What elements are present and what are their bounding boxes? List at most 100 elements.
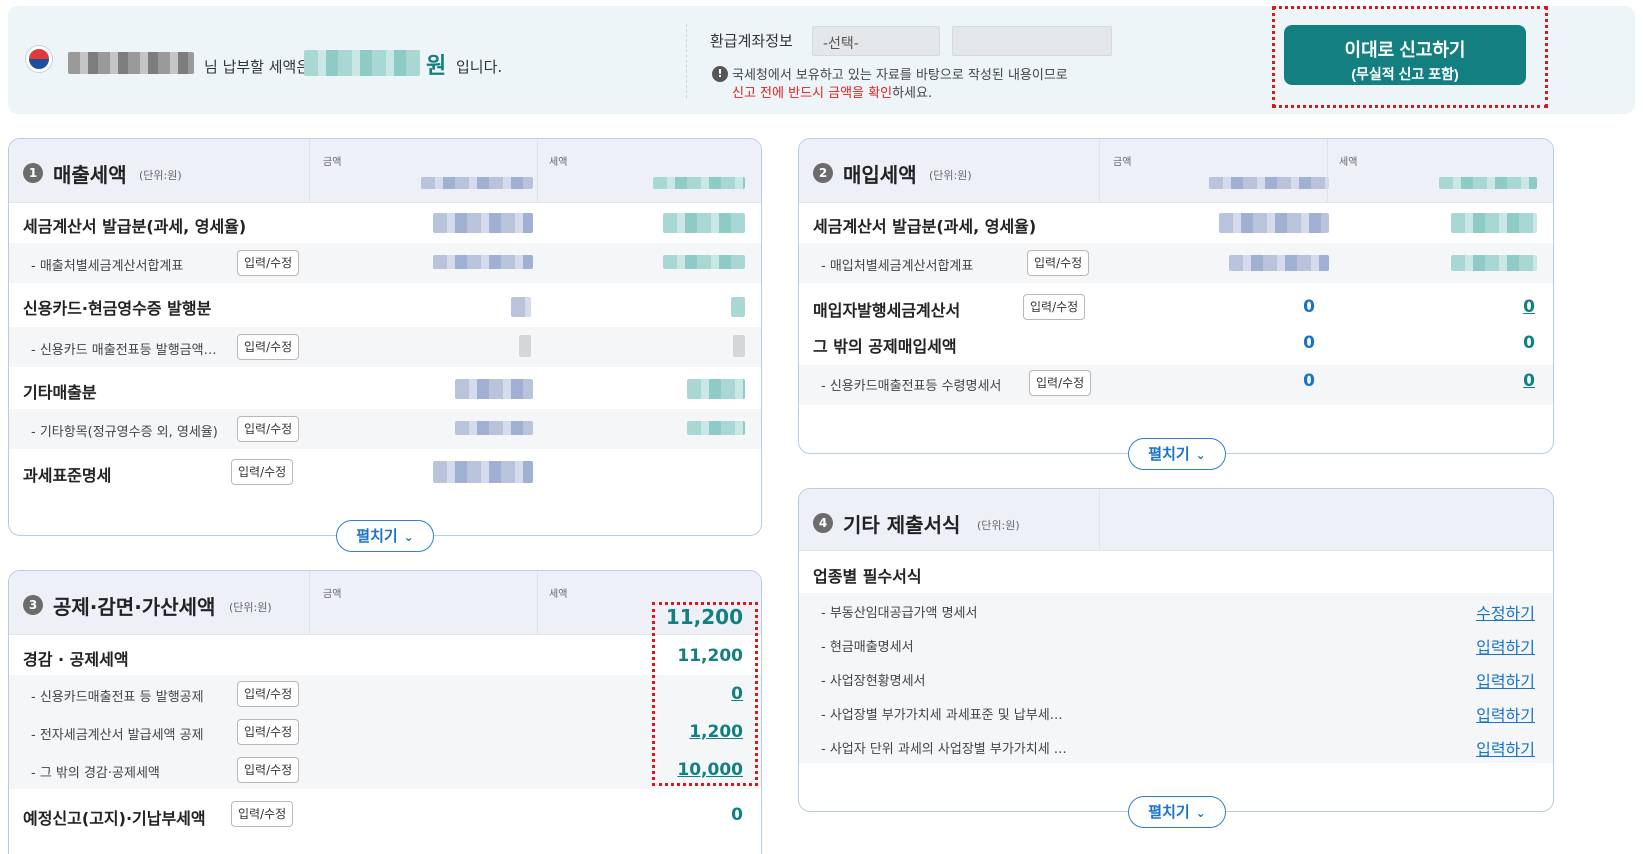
expand-label: 펼치기 (1148, 803, 1190, 821)
edit-button[interactable]: 입력/수정 (237, 757, 300, 783)
currency-won-label: 원 (426, 54, 447, 79)
info-icon: ! (712, 66, 728, 82)
edit-button[interactable]: 입력/수정 (237, 416, 300, 442)
banner-divider (686, 24, 687, 98)
tax-redacted (1451, 255, 1537, 271)
chevron-down-icon: ⌄ (1195, 806, 1206, 820)
other-deductible-row: 그 밖의 공제매입세액 0 0 (799, 325, 1553, 365)
purchase-expand-button[interactable]: 펼치기 ⌄ (1128, 438, 1226, 470)
form-action-link[interactable]: 수정하기 (1476, 600, 1535, 624)
amount-column-header: 금액 (323, 157, 342, 168)
row-sublabel: - 기타항목(정규영수증 외, 영세율) (31, 425, 218, 440)
sales-invoice-row: 세금계산서 발급분(과세, 영세율) (9, 203, 761, 243)
form-action-link[interactable]: 입력하기 (1476, 702, 1535, 726)
row-label: 경감 · 공제세액 (23, 650, 129, 669)
amount-redacted (455, 379, 533, 399)
refund-bank-select[interactable]: -선택- (812, 26, 940, 56)
form-row: - 현금매출명세서 입력하기 (799, 627, 1553, 661)
amount-redacted (519, 335, 531, 357)
column-divider (1099, 139, 1100, 203)
chevron-down-icon: ⌄ (1195, 448, 1206, 462)
notice-line1: 국세청에서 보유하고 있는 자료를 바탕으로 작성된 내용이므로 (732, 68, 1068, 83)
purchase-invoice-sub-row: - 매입처별세금계산서합계표 입력/수정 (799, 243, 1553, 283)
amount-value: 0 (1303, 333, 1315, 353)
sales-expand-button[interactable]: 펼치기 ⌄ (336, 520, 434, 552)
industry-forms-heading: 업종별 필수서식 (813, 567, 922, 586)
sales-invoice-sub-row: - 매출처별세금계산서합계표 입력/수정 (9, 243, 761, 283)
form-row: - 부동산임대공급가액 명세서 수정하기 (799, 593, 1553, 627)
form-label: - 현금매출명세서 (821, 640, 914, 655)
notice-tail-text: 하세요. (892, 86, 933, 101)
tax-redacted (731, 297, 745, 317)
other-reduction-row: - 그 밖의 경감·공제세액 입력/수정 10,000 (9, 751, 761, 789)
sales-tax-title: 매출세액 (53, 163, 127, 187)
purchase-invoice-row: 세금계산서 발급분(과세, 영세율) (799, 203, 1553, 243)
sales-tax-header: 1 매출세액 (단위:원) 금액 세액 (9, 139, 761, 203)
edit-button[interactable]: 입력/수정 (231, 459, 294, 485)
deduction-tax-title: 공제·감면·가산세액 (53, 595, 216, 619)
edit-button[interactable]: 입력/수정 (237, 681, 300, 707)
payable-amount-redacted (304, 50, 420, 76)
edit-button[interactable]: 입력/수정 (1023, 294, 1086, 320)
amount-value: 0 (1303, 297, 1315, 317)
form-label: - 사업장현황명세서 (821, 674, 926, 689)
sales-total-tax-redacted (653, 177, 745, 189)
row-sublabel: - 신용카드 매출전표등 발행금액… (31, 343, 217, 358)
row-sublabel: - 전자세금계산서 발급세액 공제 (31, 728, 204, 743)
tax-redacted (687, 379, 745, 399)
notice-line2: 신고 전에 반드시 금액을 확인하세요. (732, 82, 932, 101)
other-forms-header: 4 기타 제출서식 (단위:원) (799, 489, 1553, 551)
submit-button-sublabel: (무실적 신고 포함) (1351, 65, 1459, 82)
row-label: 신용카드·현금영수증 발행분 (23, 299, 212, 318)
taxpayer-name-redacted (68, 52, 194, 74)
row-label: 세금계산서 발급분(과세, 영세율) (23, 217, 247, 236)
form-row: - 사업장별 부가가치세 과세표준 및 납부세… 입력하기 (799, 695, 1553, 729)
column-divider (309, 571, 310, 635)
tax-redacted (663, 213, 745, 233)
edit-button[interactable]: 입력/수정 (231, 801, 294, 827)
row-sublabel: - 매입처별세금계산서합계표 (821, 259, 974, 274)
summary-text-part2: 입니다. (456, 58, 503, 76)
form-action-link[interactable]: 입력하기 (1476, 736, 1535, 760)
unit-label: (단위:원) (139, 169, 182, 182)
form-action-link[interactable]: 입력하기 (1476, 668, 1535, 692)
sales-card-row: 신용카드·현금영수증 발행분 (9, 285, 761, 325)
purchase-tax-header: 2 매입세액 (단위:원) 금액 세액 (799, 139, 1553, 203)
tax-redacted (663, 255, 745, 269)
chevron-down-icon: ⌄ (403, 530, 414, 544)
row-label: 예정신고(고지)·기납부세액 (23, 809, 206, 828)
other-forms-expand-button[interactable]: 펼치기 ⌄ (1128, 796, 1226, 828)
buyer-issued-invoice-row: 매입자발행세금계산서 입력/수정 0 0 (799, 287, 1553, 327)
edit-button[interactable]: 입력/수정 (237, 250, 300, 276)
section-number-badge: 4 (813, 513, 833, 533)
submit-report-button[interactable]: 이대로 신고하기 (무실적 신고 포함) (1284, 25, 1526, 85)
row-label: 매입자발행세금계산서 (813, 301, 961, 320)
sales-other-row: 기타매출분 (9, 369, 761, 409)
tax-value-link[interactable]: 0 (1523, 371, 1535, 391)
tax-redacted (1451, 213, 1537, 233)
row-sublabel: - 그 밖의 경감·공제세액 (31, 766, 160, 781)
amount-redacted (455, 421, 533, 435)
amount-value: 0 (1303, 371, 1315, 391)
edit-button[interactable]: 입력/수정 (1029, 370, 1092, 396)
edit-button[interactable]: 입력/수정 (1027, 250, 1090, 276)
section-number-badge: 2 (813, 163, 833, 183)
refund-account-input[interactable] (952, 26, 1112, 56)
deduction-highlight-frame (652, 602, 758, 786)
amount-redacted (433, 255, 533, 269)
column-divider (537, 139, 538, 203)
column-divider (309, 139, 310, 203)
tax-column-header: 세액 (1339, 157, 1358, 168)
form-label: - 사업자 단위 과세의 사업장별 부가가치세 … (821, 742, 1067, 757)
tax-value-link[interactable]: 0 (1523, 297, 1535, 317)
edit-button[interactable]: 입력/수정 (237, 719, 300, 745)
amount-redacted (433, 461, 533, 483)
form-action-link[interactable]: 입력하기 (1476, 634, 1535, 658)
korea-emblem-icon (26, 46, 52, 72)
other-forms-title: 기타 제출서식 (843, 513, 961, 537)
expand-label: 펼치기 (1148, 445, 1190, 463)
card-receipt-sub-row: - 신용카드매출전표등 수령명세서 입력/수정 0 0 (799, 365, 1553, 405)
column-divider (537, 571, 538, 635)
edit-button[interactable]: 입력/수정 (237, 334, 300, 360)
column-divider (1327, 139, 1328, 203)
